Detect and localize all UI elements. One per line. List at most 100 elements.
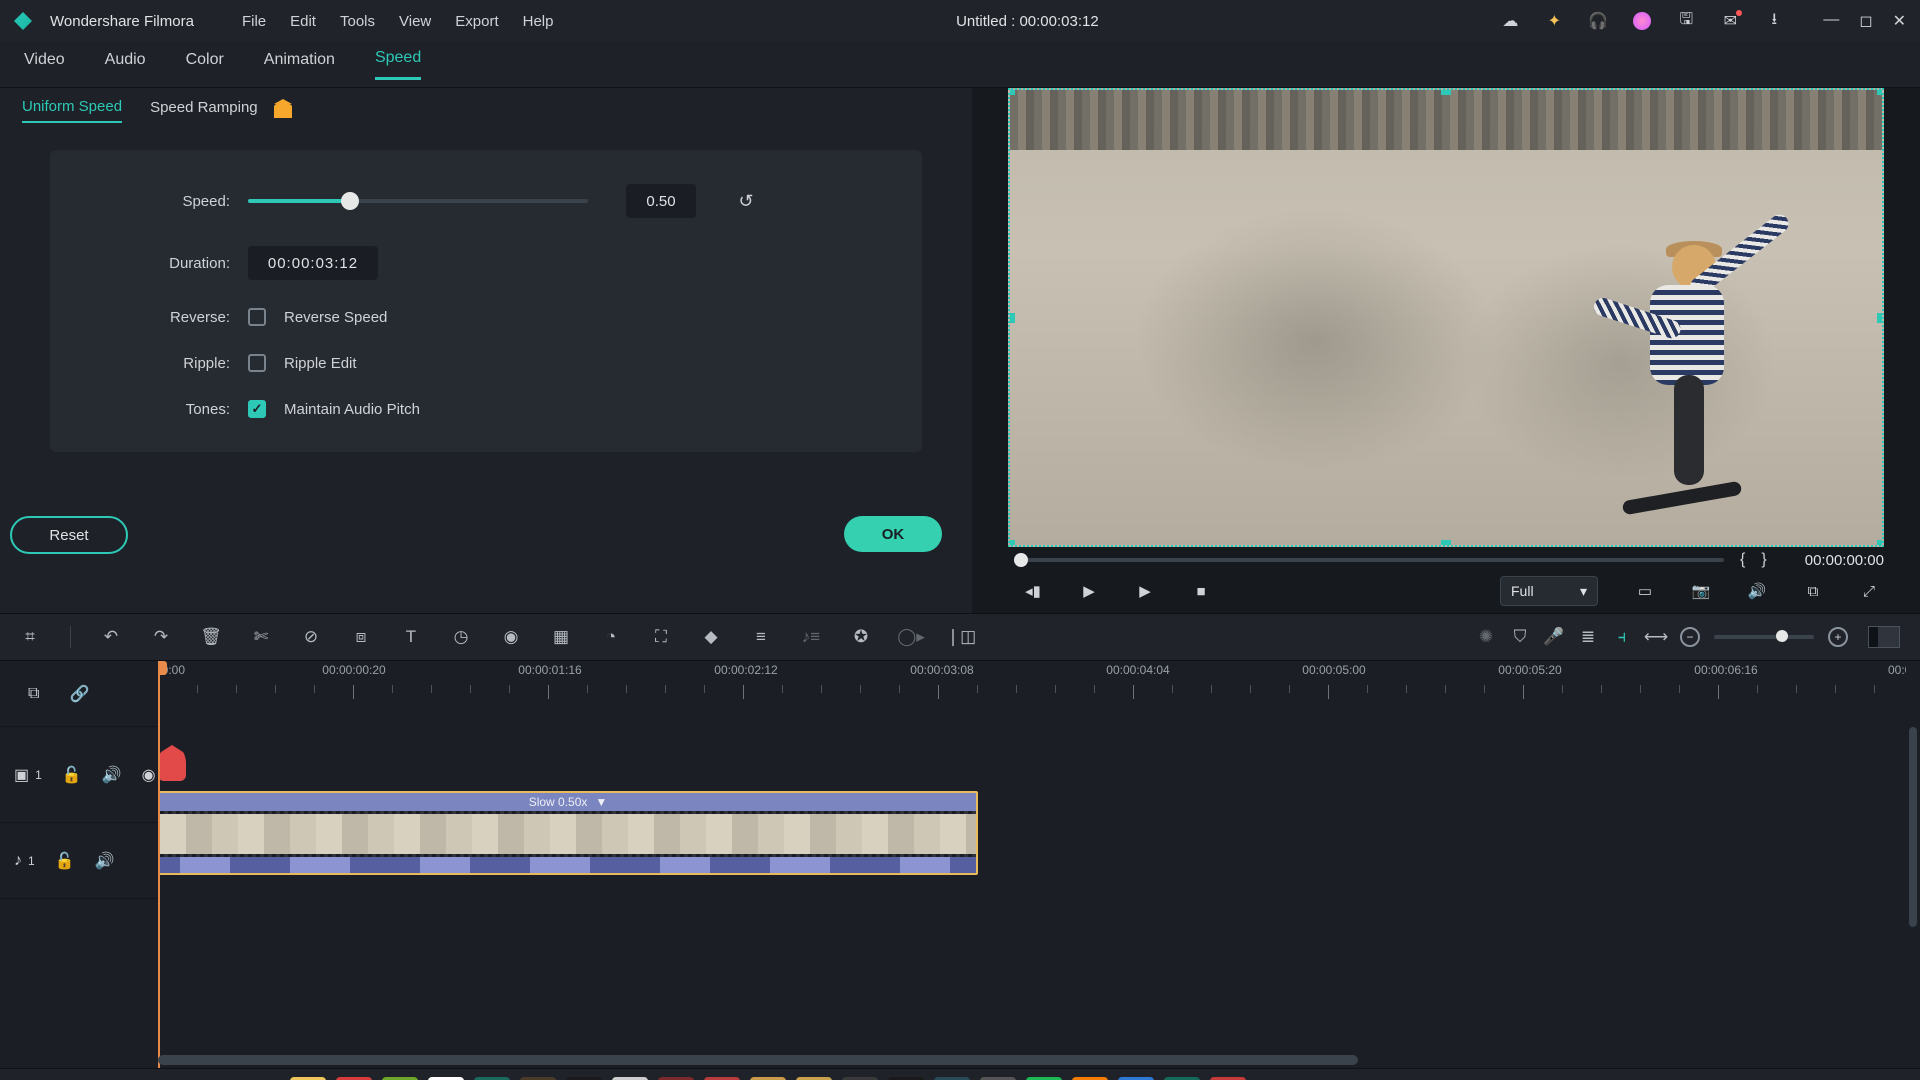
resize-handle-icon[interactable] <box>1441 540 1451 547</box>
preview-scrubber[interactable] <box>1014 558 1724 562</box>
subtab-speed-ramping[interactable]: Speed Ramping <box>150 99 258 122</box>
speed-slider-knob[interactable] <box>341 192 359 210</box>
zoom-out-button[interactable]: − <box>1680 627 1700 647</box>
fullscreen-icon[interactable]: ⤢ <box>1860 582 1878 600</box>
play-icon[interactable]: ▶ <box>1136 582 1154 600</box>
taskbar-app-generic[interactable] <box>520 1077 556 1080</box>
tab-speed[interactable]: Speed <box>375 49 421 80</box>
taskbar-app-record[interactable] <box>336 1077 372 1080</box>
duration-input[interactable]: 00:00:03:12 <box>248 246 378 280</box>
display-settings-icon[interactable]: ▭ <box>1636 582 1654 600</box>
zoom-slider[interactable] <box>1714 635 1814 639</box>
menu-edit[interactable]: Edit <box>290 13 316 30</box>
taskbar-app-generic[interactable] <box>704 1077 740 1080</box>
redo-icon[interactable]: ↷ <box>151 627 171 647</box>
step-back-icon[interactable]: ◂▮ <box>1024 582 1042 600</box>
download-icon[interactable]: ⭳ <box>1765 12 1783 30</box>
taskbar-app-generic[interactable] <box>934 1077 970 1080</box>
menu-export[interactable]: Export <box>455 13 498 30</box>
speed-value-input[interactable]: 0.50 <box>626 184 696 218</box>
message-icon[interactable]: ✉ <box>1721 12 1739 30</box>
taskbar-app-generic[interactable]: ✪ <box>888 1077 924 1080</box>
taskbar-app-generic[interactable]: ⌂ <box>566 1077 602 1080</box>
tab-animation[interactable]: Animation <box>264 51 335 79</box>
render-preview-icon[interactable]: ✺ <box>1476 627 1496 647</box>
timeline-h-scrollbar[interactable] <box>158 1055 1358 1065</box>
greenscreen-icon[interactable]: ▦ <box>551 627 571 647</box>
tones-checkbox[interactable] <box>248 400 266 418</box>
shield-icon[interactable]: ⛉ <box>1510 627 1530 647</box>
timeline-minimap[interactable] <box>1868 626 1900 648</box>
timeline-ruler[interactable]: 00:00 00:00:00:20 00:00:01:16 00:00:02:1… <box>158 661 1906 701</box>
timeline-track-area[interactable]: 00:00 00:00:00:20 00:00:01:16 00:00:02:1… <box>158 661 1906 1068</box>
resize-handle-icon[interactable] <box>1008 313 1015 323</box>
text-icon[interactable]: T <box>401 627 421 647</box>
menu-file[interactable]: File <box>242 13 266 30</box>
speed-slider[interactable] <box>248 199 588 203</box>
taskbar-app-generic[interactable] <box>474 1077 510 1080</box>
cloud-icon[interactable]: ☁ <box>1501 12 1519 30</box>
tab-audio[interactable]: Audio <box>105 51 146 79</box>
split-clip-icon[interactable]: ❘◫ <box>951 627 971 647</box>
idea-icon[interactable]: ✦ <box>1545 12 1563 30</box>
play-preview-icon[interactable]: ▶ <box>1080 582 1098 600</box>
ai-enhance-icon[interactable]: ✪ <box>851 627 871 647</box>
window-close-icon[interactable]: ✕ <box>1893 11 1906 31</box>
reset-button[interactable]: Reset <box>10 516 128 554</box>
taskbar-app-generic[interactable]: ✴ <box>842 1077 878 1080</box>
snap-icon[interactable]: ⫞ <box>1612 627 1632 647</box>
support-icon[interactable]: 🎧 <box>1589 12 1607 30</box>
link-track-icon[interactable]: 🔗 <box>69 684 89 704</box>
render-icon[interactable]: ◯▸ <box>901 627 921 647</box>
taskbar-search-icon[interactable]: 🔍 <box>54 1076 92 1080</box>
lock-icon[interactable]: 🔓 <box>55 851 75 871</box>
duration-tool-icon[interactable]: ◔ <box>601 627 621 647</box>
window-minimize-icon[interactable]: — <box>1823 11 1839 31</box>
volume-icon[interactable]: 🔊 <box>1748 582 1766 600</box>
ripple-checkbox[interactable] <box>248 354 266 372</box>
color-tool-icon[interactable]: ◉ <box>501 627 521 647</box>
taskbar-app-filmora[interactable] <box>1164 1077 1200 1080</box>
taskbar-app-chrome[interactable] <box>428 1077 464 1080</box>
menu-view[interactable]: View <box>399 13 431 30</box>
zoom-in-button[interactable]: + <box>1828 627 1848 647</box>
disable-icon[interactable]: ⊘ <box>301 627 321 647</box>
preview-quality-select[interactable]: Full ▾ <box>1500 576 1598 606</box>
mark-in-icon[interactable]: { <box>1740 551 1745 569</box>
taskbar-app-generic[interactable] <box>796 1077 832 1080</box>
taskbar-app-generic[interactable] <box>1210 1077 1246 1080</box>
resize-handle-icon[interactable] <box>1441 88 1451 95</box>
apps-icon[interactable]: ⌗ <box>20 627 40 647</box>
mute-icon[interactable]: 🔊 <box>102 765 122 785</box>
mask-icon[interactable]: ◆ <box>701 627 721 647</box>
adjust-icon[interactable]: ≡ <box>751 627 771 647</box>
fit-to-screen-icon[interactable]: ⟷ <box>1646 627 1666 647</box>
subtab-uniform-speed[interactable]: Uniform Speed <box>22 98 122 123</box>
menu-tools[interactable]: Tools <box>340 13 375 30</box>
tab-video[interactable]: Video <box>24 51 65 79</box>
undo-icon[interactable]: ↶ <box>101 627 121 647</box>
ok-button[interactable]: OK <box>844 516 942 552</box>
cut-icon[interactable]: ✄ <box>251 627 271 647</box>
taskbar-app-vlc[interactable]: ▲ <box>1072 1077 1108 1080</box>
taskbar-app-generic[interactable] <box>980 1077 1016 1080</box>
playhead[interactable] <box>158 661 160 1068</box>
save-icon[interactable]: 🖫 <box>1677 12 1695 30</box>
mute-icon[interactable]: 🔊 <box>95 851 115 871</box>
task-view-icon[interactable]: ⧉ <box>98 1076 136 1080</box>
tab-color[interactable]: Color <box>186 51 224 79</box>
reverse-checkbox[interactable] <box>248 308 266 326</box>
taskbar-app-generic[interactable] <box>750 1077 786 1080</box>
lock-icon[interactable]: 🔓 <box>62 765 82 785</box>
window-maximize-icon[interactable]: ◻ <box>1859 11 1872 31</box>
video-clip[interactable]: Slow 0.50x ▼ <box>158 791 978 875</box>
copy-track-icon[interactable]: ⧉ <box>28 685 39 703</box>
resize-handle-icon[interactable] <box>1877 88 1884 95</box>
taskbar-app-spotify[interactable] <box>1026 1077 1062 1080</box>
detach-preview-icon[interactable]: ⧉ <box>1804 582 1822 600</box>
resize-handle-icon[interactable] <box>1877 540 1884 547</box>
mark-out-icon[interactable]: } <box>1761 551 1766 569</box>
taskbar-app-explorer[interactable] <box>290 1077 326 1080</box>
speed-reset-icon[interactable]: ↺ <box>734 189 758 213</box>
zoom-slider-knob[interactable] <box>1776 630 1788 642</box>
